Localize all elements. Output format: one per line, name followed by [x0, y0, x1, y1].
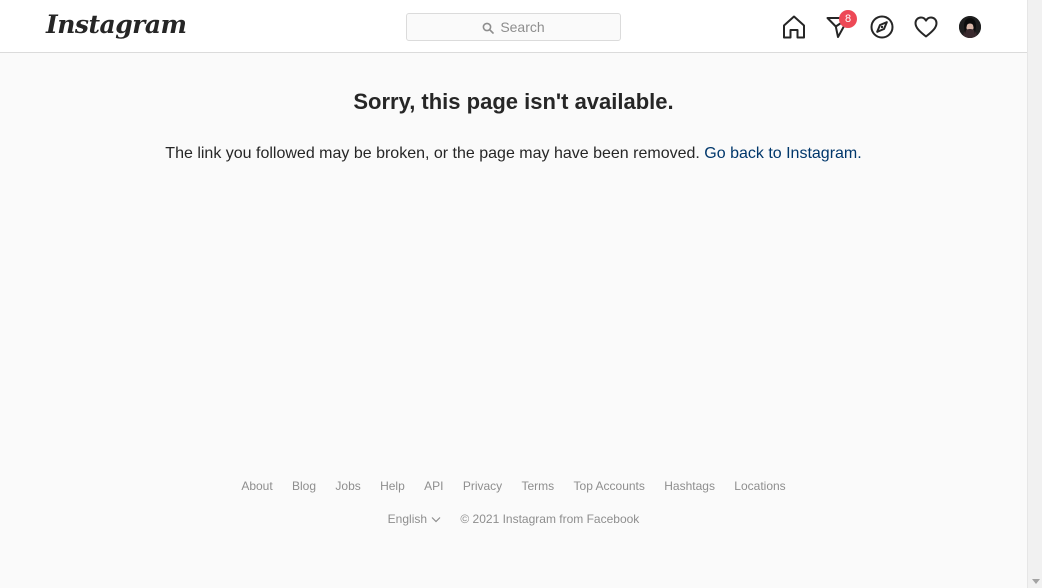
- search-icon: [482, 21, 495, 34]
- direct-unread-badge: 8: [839, 10, 857, 28]
- chevron-down-icon: [431, 516, 441, 522]
- footer-link-privacy[interactable]: Privacy: [463, 479, 502, 493]
- error-message: The link you followed may be broken, or …: [0, 145, 1027, 163]
- footer-links: About Blog Jobs Help API Privacy Terms T…: [0, 479, 1027, 493]
- instagram-logo[interactable]: Instagram: [46, 10, 187, 39]
- profile-avatar[interactable]: [959, 16, 981, 38]
- go-back-link[interactable]: Go back to Instagram.: [704, 145, 861, 162]
- vertical-scrollbar[interactable]: [1027, 0, 1042, 588]
- footer-link-help[interactable]: Help: [380, 479, 405, 493]
- search-placeholder: Search: [500, 19, 545, 35]
- footer-link-top-accounts[interactable]: Top Accounts: [574, 479, 645, 493]
- language-select[interactable]: English: [388, 512, 441, 526]
- footer-bottom: English © 2021 Instagram from Facebook: [0, 512, 1027, 526]
- compass-icon[interactable]: [869, 14, 895, 40]
- footer-link-about[interactable]: About: [241, 479, 272, 493]
- heart-icon[interactable]: [913, 14, 939, 40]
- error-content: Sorry, this page isn't available. The li…: [0, 53, 1027, 163]
- language-label: English: [387, 512, 428, 526]
- copyright-text: © 2021 Instagram from Facebook: [460, 512, 640, 526]
- top-nav-bar: Instagram Search 8: [0, 0, 1027, 53]
- error-message-text: The link you followed may be broken, or …: [165, 145, 700, 162]
- search-input[interactable]: Search: [406, 13, 621, 41]
- footer-link-hashtags[interactable]: Hashtags: [664, 479, 715, 493]
- page-title: Sorry, this page isn't available.: [353, 89, 674, 114]
- scroll-down-arrow-icon[interactable]: [1032, 579, 1040, 584]
- page: Instagram Search 8 Sorry, this page isn'…: [0, 0, 1027, 588]
- home-icon[interactable]: [781, 14, 807, 40]
- footer-link-terms[interactable]: Terms: [522, 479, 555, 493]
- footer-link-jobs[interactable]: Jobs: [335, 479, 360, 493]
- footer-link-locations[interactable]: Locations: [734, 479, 785, 493]
- footer-link-blog[interactable]: Blog: [292, 479, 316, 493]
- footer-link-api[interactable]: API: [424, 479, 443, 493]
